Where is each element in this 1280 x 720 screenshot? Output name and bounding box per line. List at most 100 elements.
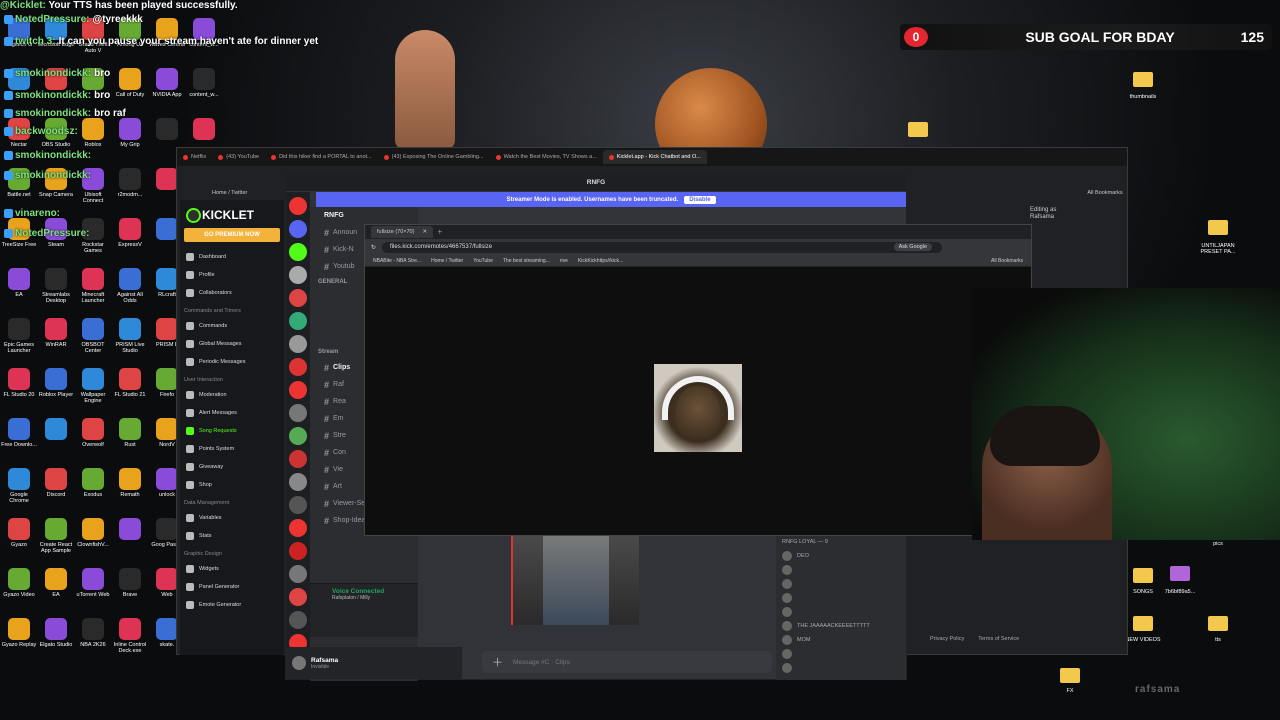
close-icon[interactable]: ✕ bbox=[422, 229, 427, 235]
desktop-app-icon[interactable]: Gyazo Video bbox=[0, 568, 38, 598]
avatar[interactable] bbox=[292, 656, 306, 670]
server-icon[interactable] bbox=[289, 519, 307, 537]
kicklet-nav-item[interactable]: Shop bbox=[180, 476, 284, 494]
member-item[interactable] bbox=[776, 661, 906, 675]
server-icon[interactable] bbox=[289, 266, 307, 284]
server-icon[interactable] bbox=[289, 404, 307, 422]
new-tab-icon[interactable]: ＋ bbox=[437, 228, 443, 236]
desktop-app-icon[interactable]: Streamlabs Desktop bbox=[37, 268, 75, 304]
desktop-app-icon[interactable] bbox=[148, 118, 186, 142]
desktop-app-icon[interactable]: PRISM Live Studio bbox=[111, 318, 149, 354]
server-icon[interactable] bbox=[289, 312, 307, 330]
kicklet-logo[interactable]: KICKLET bbox=[180, 200, 284, 226]
plus-icon[interactable]: ＋ bbox=[492, 654, 503, 670]
desktop-app-icon[interactable]: Gyazo Replay bbox=[0, 618, 38, 648]
kicklet-nav-item[interactable]: Song Requests bbox=[180, 422, 284, 440]
kicklet-nav-item[interactable]: Alert Messages bbox=[180, 404, 284, 422]
kicklet-nav-item[interactable]: Emote Generator bbox=[180, 596, 284, 614]
all-bookmarks[interactable]: All Bookmarks bbox=[991, 258, 1031, 264]
folder-icon[interactable] bbox=[1208, 616, 1228, 631]
server-icon[interactable] bbox=[289, 565, 307, 583]
desktop-app-icon[interactable]: Create React App Sample bbox=[37, 518, 75, 554]
popup-tab[interactable]: fullsize (70×70) ✕ bbox=[371, 226, 434, 238]
server-icon[interactable] bbox=[289, 289, 307, 307]
kicklet-nav-item[interactable]: Points System bbox=[180, 440, 284, 458]
all-bookmarks-label[interactable]: All Bookmarks bbox=[1080, 190, 1130, 196]
desktop-app-icon[interactable]: WinRAR bbox=[37, 318, 75, 348]
server-icon[interactable] bbox=[289, 496, 307, 514]
desktop-app-icon[interactable]: Call of Duty bbox=[111, 68, 149, 98]
browser-tab[interactable]: Did this hiker find a PORTAL to anot... bbox=[265, 150, 378, 164]
kicklet-nav-item[interactable]: Variables bbox=[180, 509, 284, 527]
desktop-app-icon[interactable] bbox=[185, 118, 223, 142]
member-item[interactable] bbox=[776, 577, 906, 591]
desktop-app-icon[interactable]: Gyazo bbox=[0, 518, 38, 548]
bookmark-item[interactable]: The best streaming... bbox=[503, 258, 550, 264]
member-item[interactable]: MOM bbox=[776, 633, 906, 647]
desktop-app-icon[interactable]: Free Downlo... bbox=[0, 418, 38, 448]
desktop-app-icon[interactable]: Against All Odds bbox=[111, 268, 149, 304]
kicklet-nav-item[interactable]: Commands bbox=[180, 317, 284, 335]
folder-icon[interactable] bbox=[1133, 568, 1153, 583]
desktop-app-icon[interactable]: OBSBOT Center bbox=[74, 318, 112, 354]
bookmark-item[interactable]: rive bbox=[560, 258, 568, 264]
voice-status[interactable]: Voice Connected bbox=[310, 584, 418, 595]
reload-icon[interactable]: ↻ bbox=[371, 244, 376, 251]
browser-tab[interactable]: Netflix bbox=[177, 150, 212, 164]
server-icon[interactable] bbox=[289, 542, 307, 560]
kicklet-nav-item[interactable]: Giveaway bbox=[180, 458, 284, 476]
ask-google-button[interactable]: Ask Google bbox=[893, 242, 933, 251]
member-item[interactable] bbox=[776, 647, 906, 661]
desktop-app-icon[interactable]: Exodus bbox=[74, 468, 112, 498]
desktop-app-icon[interactable]: uTorrent Web bbox=[74, 568, 112, 598]
kicklet-nav-item[interactable]: Panel Generator bbox=[180, 578, 284, 596]
server-icon[interactable] bbox=[289, 611, 307, 629]
terms-link[interactable]: Terms of Service bbox=[978, 636, 1019, 642]
member-item[interactable]: DEO bbox=[776, 549, 906, 563]
server-icon[interactable] bbox=[289, 381, 307, 399]
bookmark-item[interactable]: Home / Twitter bbox=[431, 258, 463, 264]
desktop-app-icon[interactable]: FL Studio 20 bbox=[0, 368, 38, 398]
desktop-app-icon[interactable]: Overwolf bbox=[74, 418, 112, 448]
folder-icon[interactable] bbox=[1208, 220, 1228, 235]
browser-tab[interactable]: Watch the Best Movies, TV Shows a... bbox=[490, 150, 603, 164]
disable-button[interactable]: Disable bbox=[684, 195, 716, 204]
kicklet-nav-item[interactable]: Moderation bbox=[180, 386, 284, 404]
server-icon[interactable] bbox=[289, 335, 307, 353]
member-item[interactable] bbox=[776, 563, 906, 577]
desktop-app-icon[interactable]: EA bbox=[0, 268, 38, 298]
address-bar[interactable]: files.kick.com/emotes/4667537/fullsize A… bbox=[382, 241, 943, 253]
kicklet-nav-item[interactable]: Stats bbox=[180, 527, 284, 545]
desktop-app-icon[interactable]: Brave bbox=[111, 568, 149, 598]
server-icon[interactable] bbox=[289, 220, 307, 238]
server-icon[interactable] bbox=[289, 427, 307, 445]
kicklet-nav-item[interactable]: Periodic Messages bbox=[180, 353, 284, 371]
bookmark-item[interactable]: YouTube bbox=[473, 258, 493, 264]
member-item[interactable] bbox=[776, 605, 906, 619]
desktop-app-icon[interactable] bbox=[37, 418, 75, 442]
go-premium-button[interactable]: GO PREMIUM NOW bbox=[184, 228, 280, 242]
browser-tab[interactable]: Kicklet.app - Kick Chatbot and O... bbox=[602, 150, 707, 164]
desktop-app-icon[interactable]: Elgato Studio bbox=[37, 618, 75, 648]
server-name[interactable]: RNFG bbox=[310, 207, 418, 224]
desktop-app-icon[interactable] bbox=[111, 518, 149, 542]
kicklet-nav-item[interactable]: Dashboard bbox=[180, 248, 284, 266]
desktop-app-icon[interactable]: NVIDIA App bbox=[148, 68, 186, 98]
kicklet-nav-item[interactable]: Profile bbox=[180, 266, 284, 284]
desktop-app-icon[interactable]: Rust bbox=[111, 418, 149, 448]
browser-tab[interactable]: (43) YouTube bbox=[212, 150, 265, 164]
browser-tab[interactable]: (43) Exposing The Online Gambling... bbox=[378, 150, 490, 164]
desktop-app-icon[interactable]: Discord bbox=[37, 468, 75, 498]
stream-video-tile[interactable] bbox=[511, 535, 639, 625]
desktop-app-icon[interactable]: EA bbox=[37, 568, 75, 598]
desktop-app-icon[interactable]: content_w... bbox=[185, 68, 223, 98]
desktop-app-icon[interactable]: Google Chrome bbox=[0, 468, 38, 504]
desktop-app-icon[interactable]: ExpressV bbox=[111, 218, 149, 248]
desktop-app-icon[interactable]: Epic Games Launcher bbox=[0, 318, 38, 354]
kicklet-nav-item[interactable]: Widgets bbox=[180, 560, 284, 578]
desktop-app-icon[interactable]: Remath bbox=[111, 468, 149, 498]
server-icon[interactable] bbox=[289, 243, 307, 261]
folder-icon[interactable] bbox=[908, 122, 928, 137]
kicklet-nav-item[interactable]: Global Messages bbox=[180, 335, 284, 353]
kicklet-nav-item[interactable]: Collaborators bbox=[180, 284, 284, 302]
